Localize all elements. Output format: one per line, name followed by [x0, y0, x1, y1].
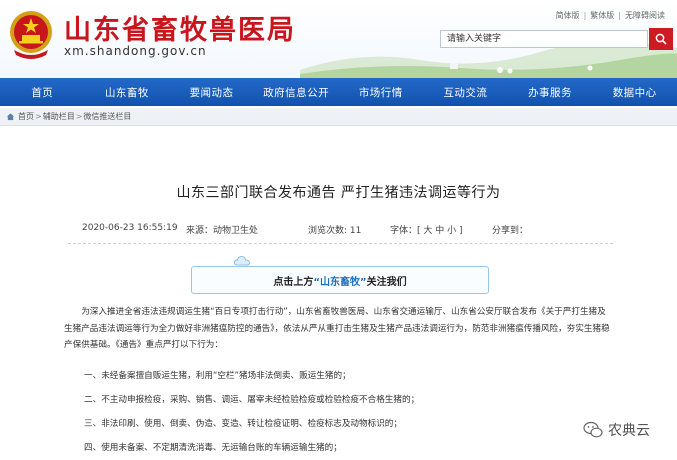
nav-item-shandong-livestock[interactable]: 山东畜牧 [85, 78, 170, 106]
home-icon [6, 113, 15, 121]
list-item: 四、使用未备案、不定期清洗消毒、无运输台账的车辆运输生猪的； [84, 443, 342, 453]
nav-item-gov-info[interactable]: 政府信息公开 [254, 78, 339, 106]
article-date: 2020-06-23 16:55:19 [82, 223, 178, 233]
follow-prefix: 点击上方 [273, 276, 314, 288]
share-label[interactable]: 分享到： [492, 223, 528, 236]
site-header: 山东省畜牧兽医局 xm.shandong.gov.cn 简体版 | 繁体版 | 无障碍阅… [0, 0, 677, 78]
search-button[interactable] [649, 28, 673, 50]
top-links: 简体版 | 繁体版 | 无障碍阅读 [555, 11, 665, 20]
follow-account: “山东畜牧” [313, 276, 367, 288]
watermark: 农典云 [583, 420, 650, 440]
nav-item-market[interactable]: 市场行情 [339, 78, 424, 106]
article-intro: 为深入推进全省违法违规调运生猪“百日专项打击行动”，山东省畜牧兽医局、山东省交通… [64, 307, 610, 350]
main-nav: 首页 山东畜牧 要闻动态 政府信息公开 市场行情 互动交流 办事服务 数据中心 [0, 78, 677, 106]
nav-item-home[interactable]: 首页 [0, 78, 85, 106]
breadcrumb-wechat[interactable]: 微信推送栏目 [83, 111, 131, 122]
search-input[interactable]: 请输入关键字 [440, 30, 648, 48]
accessibility-link[interactable]: 无障碍阅读 [625, 11, 665, 20]
meta-divider [68, 243, 613, 244]
article-meta: 2020-06-23 16:55:19 来源：动物卫生处 浏览次数: 11 字体… [82, 223, 602, 237]
nav-item-news[interactable]: 要闻动态 [169, 78, 254, 106]
article-title: 山东三部门联合发布通告 严打生猪违法调运等行为 [176, 185, 501, 201]
breadcrumb-auxiliary[interactable]: 辅助栏目 [43, 111, 75, 122]
site-title[interactable]: 山东省畜牧兽医局 [64, 8, 296, 47]
article-source: 来源：动物卫生处 [186, 226, 259, 236]
traditional-link[interactable]: 繁体版 [590, 11, 614, 20]
list-item: 二、不主动申报检疫，采购、销售、调运、屠宰未经检验检疫或检验检疫不合格生猪的； [84, 395, 420, 405]
nav-item-services[interactable]: 办事服务 [508, 78, 593, 106]
simplified-link[interactable]: 简体版 [556, 11, 580, 20]
list-item: 三、非法印刷、使用、倒卖、伪造、变造、转让检疫证明、检疫标志及动物标识的； [84, 419, 402, 429]
follow-banner[interactable]: 点击上方 “山东畜牧” 关注我们 [191, 266, 489, 294]
font-size-control[interactable]: 字体：[ 大 中 小 ] [390, 223, 462, 236]
site-url: xm.shandong.gov.cn [64, 44, 207, 58]
list-item: 一、未经备案擅自贩运生猪，利用“空栏”猪场非法倒卖、贩运生猪的； [84, 371, 351, 381]
watermark-text: 农典云 [608, 423, 650, 439]
article-views: 浏览次数: 11 [308, 226, 362, 236]
breadcrumb-home[interactable]: 首页 [18, 111, 34, 122]
follow-suffix: 关注我们 [366, 276, 407, 288]
search-icon [655, 33, 667, 45]
nav-item-interaction[interactable]: 互动交流 [423, 78, 508, 106]
national-emblem-icon [10, 11, 52, 59]
nav-item-data-center[interactable]: 数据中心 [592, 78, 677, 106]
wechat-icon [583, 421, 603, 438]
breadcrumb: 首页 > 辅助栏目 > 微信推送栏目 [0, 108, 677, 126]
